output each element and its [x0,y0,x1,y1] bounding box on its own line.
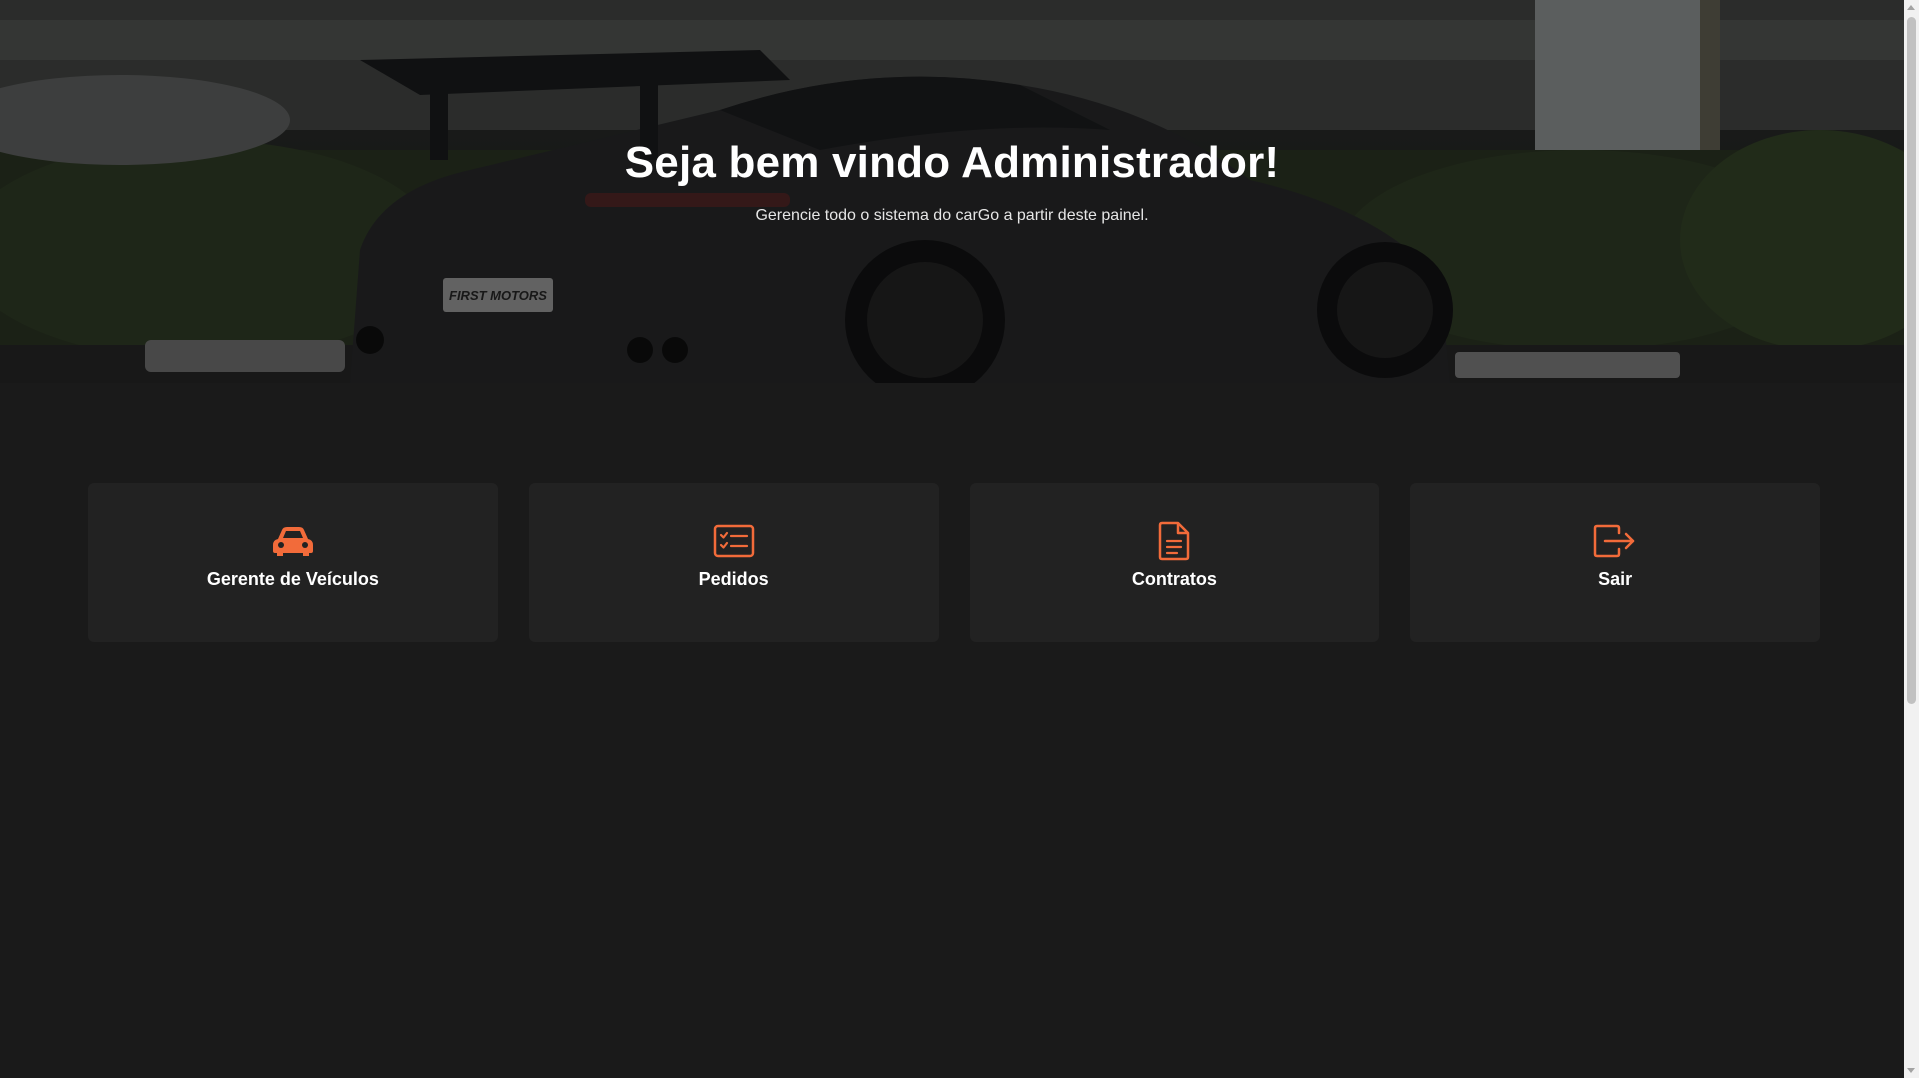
card-label: Pedidos [698,569,769,589]
hero-banner: FIRST MOTORS Seja bem vindo Administrado… [0,0,1904,383]
card-label: Gerente de Veículos [206,569,379,589]
scroll-down-arrow-icon[interactable] [1907,1068,1915,1073]
page-title: Seja bem vindo Administrador! [624,138,1280,187]
card-label: Sair [1598,569,1633,589]
car-icon [271,521,315,561]
scroll-up-arrow-icon[interactable] [1907,5,1915,10]
vertical-scrollbar[interactable] [1904,0,1919,1078]
contracts-card[interactable]: Contratos [969,483,1380,642]
page-content: FIRST MOTORS Seja bem vindo Administrado… [0,0,1904,1078]
scroll-thumb[interactable] [1907,17,1916,704]
document-icon [1152,521,1196,561]
logout-icon [1593,521,1637,561]
card-label: Contratos [1131,569,1217,589]
page-subtitle: Gerencie todo o sistema do carGo a parti… [755,207,1149,224]
vehicle-manager-card[interactable]: Gerente de Veículos [88,483,498,642]
logout-card[interactable]: Sair [1410,483,1820,642]
checklist-icon [712,521,756,561]
orders-card[interactable]: Pedidos [528,483,939,642]
hero-overlay [0,0,1904,383]
admin-dashboard: FIRST MOTORS Seja bem vindo Administrado… [0,0,1919,1078]
dashboard-cards: Gerente de Veículos Pedidos Contratos Sa… [88,483,1820,642]
